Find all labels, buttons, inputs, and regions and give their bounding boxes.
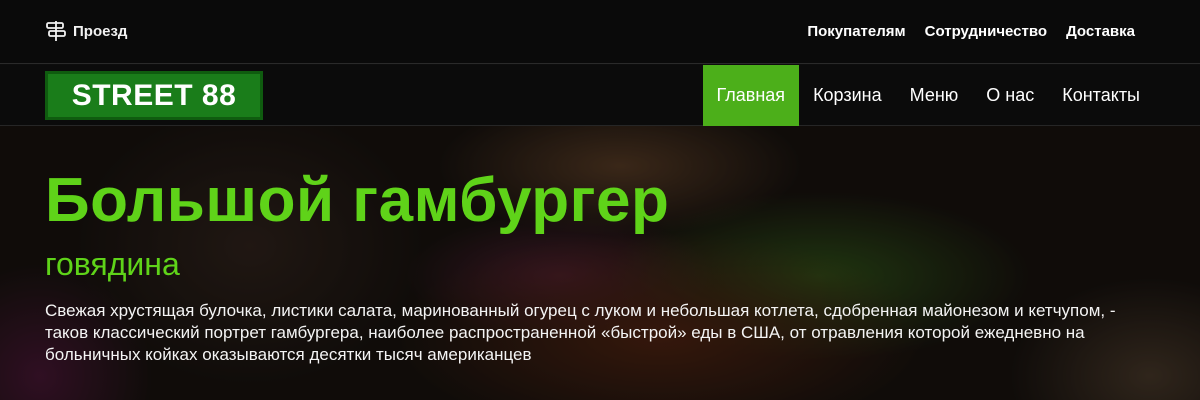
menu-item-home[interactable]: Главная [702,65,800,126]
top-links: Покупателям Сотрудничество Доставка [807,23,1135,40]
top-link-partnership[interactable]: Сотрудничество [925,23,1047,40]
hero-content: Большой гамбургер говядина Свежая хрустя… [45,126,1155,366]
top-link-delivery[interactable]: Доставка [1066,23,1135,40]
hero-banner: Большой гамбургер говядина Свежая хрустя… [0,126,1200,400]
menu-item-contacts[interactable]: Контакты [1048,65,1154,126]
menu-item-menu[interactable]: Меню [896,65,973,126]
top-link-customers[interactable]: Покупателям [807,23,905,40]
site-logo[interactable]: STREET 88 [45,71,263,120]
hero-title: Большой гамбургер [45,166,670,235]
route-label: Проезд [73,22,128,40]
menu-item-about[interactable]: О нас [972,65,1048,126]
route-link[interactable]: Проезд [45,20,127,42]
hero-description: Свежая хрустящая булочка, листики салата… [45,301,1116,364]
top-bar: Проезд Покупателям Сотрудничество Достав… [0,0,1200,64]
menu-item-cart[interactable]: Корзина [799,65,896,126]
main-menu: Главная Корзина Меню О нас Контакты [702,65,1154,126]
main-navbar: STREET 88 Главная Корзина Меню О нас Кон… [0,65,1200,126]
signpost-icon [45,20,67,42]
hero-subtitle: говядина [45,246,180,282]
